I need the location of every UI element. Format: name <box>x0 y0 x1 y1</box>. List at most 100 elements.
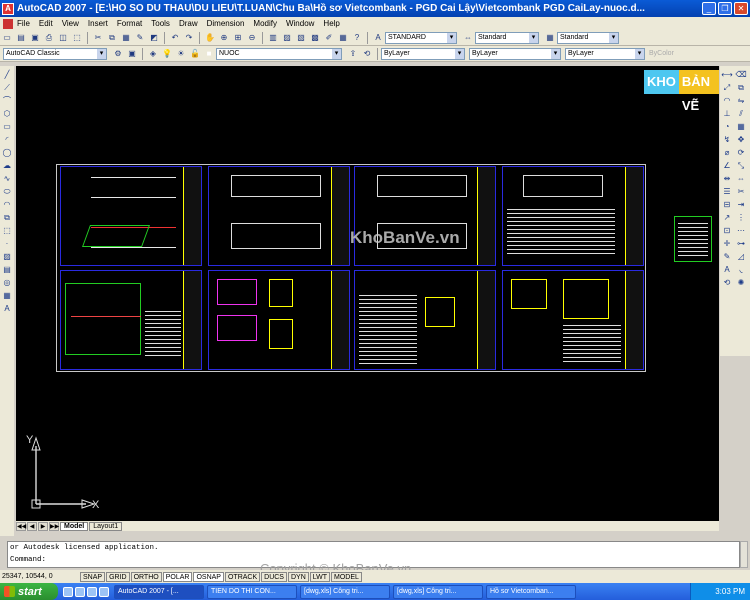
restore-button[interactable]: ❐ <box>718 2 732 15</box>
offset-icon[interactable]: ⫽ <box>735 108 747 120</box>
lwt-toggle[interactable]: LWT <box>309 571 331 582</box>
sheet-8-frame[interactable] <box>502 270 644 370</box>
zoom-previous-icon[interactable]: ⊖ <box>246 32 258 44</box>
explorer-icon[interactable] <box>87 586 97 597</box>
ortho-toggle[interactable]: ORTHO <box>130 571 162 582</box>
drawing-canvas[interactable]: KHO BẢN VẼ KhoBanVe.vn Y X <box>16 66 719 521</box>
trim-icon[interactable]: ✂ <box>735 186 747 198</box>
lineweight-select[interactable]: ByLayer <box>565 47 645 60</box>
autocad-app-icon[interactable]: A <box>2 2 14 15</box>
sheet-1-frame[interactable] <box>60 166 202 266</box>
menu-edit[interactable]: Edit <box>39 19 53 28</box>
continue-icon[interactable]: ⊟ <box>721 199 733 211</box>
ie-icon[interactable] <box>63 586 73 597</box>
polyline-icon[interactable]: ⌒ <box>1 95 13 107</box>
task-autocad[interactable]: AutoCAD 2007 - [... <box>114 584 204 599</box>
task-tien-do[interactable]: TIEN DO THI CON... <box>207 584 297 599</box>
menu-tools[interactable]: Tools <box>151 19 170 28</box>
menu-file[interactable]: File <box>17 19 30 28</box>
tab-next-button[interactable]: ▶ <box>38 521 48 531</box>
dyn-toggle[interactable]: DYN <box>287 571 309 582</box>
markup-icon[interactable]: ✐ <box>323 32 335 44</box>
redo-icon[interactable]: ↷ <box>183 32 195 44</box>
layer-previous-icon[interactable]: ⟲ <box>361 48 373 60</box>
tolerance-icon[interactable]: ⊡ <box>721 225 733 237</box>
menu-view[interactable]: View <box>62 19 79 28</box>
circle-icon[interactable]: ◯ <box>1 147 13 159</box>
polar-toggle[interactable]: POLAR <box>162 571 193 582</box>
erase-icon[interactable]: ⌫ <box>735 69 747 81</box>
tool-palettes-icon[interactable]: ▧ <box>295 32 307 44</box>
construction-line-icon[interactable]: ⟋ <box>1 82 13 94</box>
break-point-icon[interactable]: ⋮ <box>735 212 747 224</box>
save-icon[interactable]: ▣ <box>29 32 41 44</box>
ellipse-icon[interactable]: ⬭ <box>1 186 13 198</box>
command-scrollbar[interactable] <box>740 541 748 568</box>
line-icon[interactable]: ╱ <box>1 69 13 81</box>
copy-icon[interactable]: ⧉ <box>106 32 118 44</box>
baseline-icon[interactable]: ☰ <box>721 186 733 198</box>
my-workspace-icon[interactable]: ▣ <box>126 48 138 60</box>
spline-icon[interactable]: ∿ <box>1 173 13 185</box>
layer-select[interactable]: NUOC <box>216 47 342 60</box>
workspace-settings-icon[interactable]: ⚙ <box>112 48 124 60</box>
sheet-4-frame[interactable] <box>502 166 644 266</box>
dim-aligned-icon[interactable]: ⤢ <box>721 82 733 94</box>
sheet-3-frame[interactable] <box>354 166 496 266</box>
make-current-layer-icon[interactable]: ⇪ <box>347 48 359 60</box>
move-icon[interactable]: ✥ <box>735 134 747 146</box>
fillet-icon[interactable]: ◟ <box>735 264 747 276</box>
center-mark-icon[interactable]: ✛ <box>721 238 733 250</box>
hatch-icon[interactable]: ▨ <box>1 251 13 263</box>
block-editor-icon[interactable]: ◩ <box>148 32 160 44</box>
sheet-7-frame[interactable] <box>354 270 496 370</box>
dim-style-icon[interactable]: ⇔ <box>462 32 474 44</box>
minimize-button[interactable]: _ <box>702 2 716 15</box>
preview-icon[interactable]: ◫ <box>57 32 69 44</box>
stretch-icon[interactable]: ⇔ <box>735 173 747 185</box>
otrack-toggle[interactable]: OTRACK <box>224 571 261 582</box>
array-icon[interactable]: ▦ <box>735 121 747 133</box>
dim-update-icon[interactable]: ⟲ <box>721 277 733 289</box>
dim-style-select[interactable]: Standard <box>475 31 539 44</box>
layer-manager-icon[interactable]: ◈ <box>147 48 159 60</box>
dim-text-edit-icon[interactable]: A <box>721 264 733 276</box>
tab-model[interactable]: Model <box>60 521 89 531</box>
sheet-6-frame[interactable] <box>208 270 350 370</box>
media-icon[interactable] <box>99 586 109 597</box>
undo-icon[interactable]: ↶ <box>169 32 181 44</box>
dim-arc-icon[interactable]: ◠ <box>721 95 733 107</box>
osnap-toggle[interactable]: OSNAP <box>193 571 224 582</box>
task-cong-trinh-1[interactable]: [dwg,xls] Công tri... <box>300 584 390 599</box>
clock[interactable]: 3:03 PM <box>715 587 745 596</box>
table-style-select[interactable]: Standard <box>557 31 619 44</box>
zoom-realtime-icon[interactable]: ⊕ <box>218 32 230 44</box>
grid-toggle[interactable]: GRID <box>106 571 130 582</box>
arc-icon[interactable]: ◜ <box>1 134 13 146</box>
desktop-icon[interactable] <box>75 586 85 597</box>
cut-icon[interactable]: ✂ <box>92 32 104 44</box>
polygon-icon[interactable]: ⬡ <box>1 108 13 120</box>
dim-jogged-icon[interactable]: ↯ <box>721 134 733 146</box>
scale-icon[interactable]: ⤡ <box>735 160 747 172</box>
dim-radius-icon[interactable]: ◔ <box>721 121 733 133</box>
menu-dimension[interactable]: Dimension <box>207 19 245 28</box>
tab-first-button[interactable]: ◀◀ <box>16 521 26 531</box>
mirror-icon[interactable]: ⇋ <box>735 95 747 107</box>
dim-diameter-icon[interactable]: ⌀ <box>721 147 733 159</box>
menu-insert[interactable]: Insert <box>88 19 108 28</box>
menu-format[interactable]: Format <box>117 19 142 28</box>
workspace-select[interactable]: AutoCAD Classic <box>3 47 107 60</box>
point-icon[interactable]: · <box>1 238 13 250</box>
extend-icon[interactable]: ⇥ <box>735 199 747 211</box>
coordinate-readout[interactable]: 25347, 10544, 0 <box>0 573 80 580</box>
text-style-icon[interactable]: A <box>372 32 384 44</box>
help-icon[interactable]: ? <box>351 32 363 44</box>
region-icon[interactable]: ◎ <box>1 277 13 289</box>
table-icon[interactable]: ▦ <box>1 290 13 302</box>
text-style-select[interactable]: STANDARD <box>385 31 457 44</box>
close-button[interactable]: ✕ <box>734 2 748 15</box>
copy-object-icon[interactable]: ⧉ <box>735 82 747 94</box>
quick-dim-icon[interactable]: ⇹ <box>721 173 733 185</box>
zoom-window-icon[interactable]: ⊞ <box>232 32 244 44</box>
